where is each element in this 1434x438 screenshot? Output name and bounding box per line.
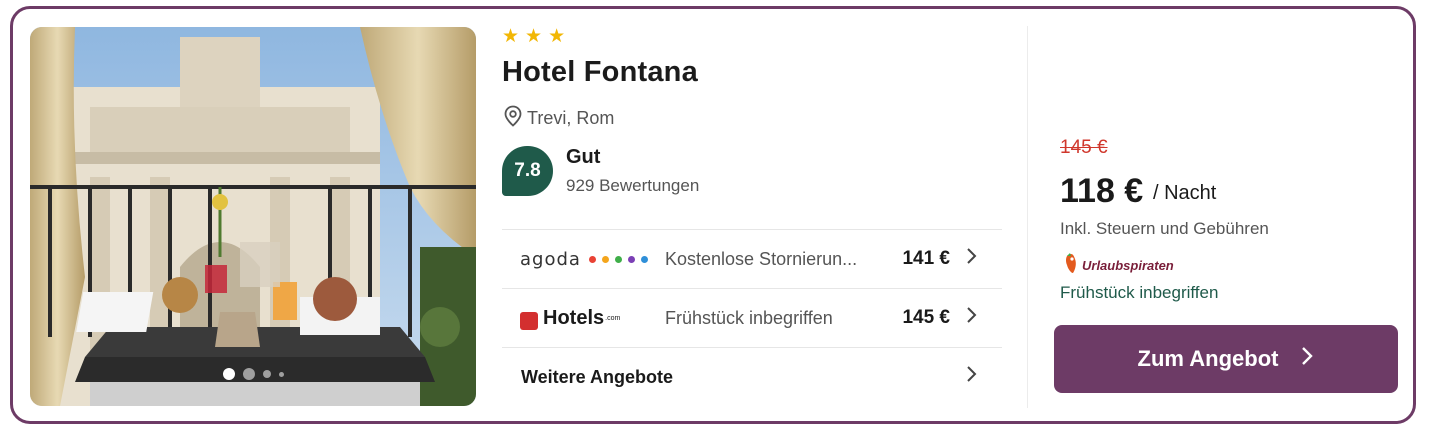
map-pin-icon: [503, 105, 523, 132]
partner-name: Urlaubspiraten: [1082, 258, 1174, 273]
deal-button-label: Zum Angebot: [1137, 346, 1279, 371]
carousel-dot[interactable]: [262, 370, 271, 378]
star-icon: ★: [548, 26, 566, 47]
rating-label: Gut: [566, 146, 601, 168]
breakfast-note: Frühstück inbegriffen: [1060, 283, 1219, 302]
current-price: 118 €: [1060, 172, 1144, 210]
hotels-logo-icon: [520, 312, 538, 330]
chevron-right-icon: [966, 306, 978, 330]
divider: [1027, 26, 1028, 408]
old-price: 145 €: [1060, 137, 1108, 158]
carousel-dot-active[interactable]: [222, 368, 235, 380]
star-icon: ★: [525, 26, 543, 47]
provider-name: Hotels: [543, 306, 605, 329]
tax-note: Inkl. Steuern und Gebühren: [1060, 219, 1269, 238]
review-count: 929 Bewertungen: [566, 176, 700, 195]
more-offers-row[interactable]: Weitere Angebote: [502, 347, 1002, 406]
star-rating: ★ ★ ★: [502, 27, 565, 46]
parrot-icon: [1063, 252, 1079, 279]
offer-price: 141 €: [902, 248, 950, 269]
provider-suffix: .com: [605, 314, 621, 322]
partner-logo: Urlaubspiraten: [1063, 252, 1174, 279]
hotels-com-logo: Hotels .com: [520, 307, 620, 330]
hotel-name[interactable]: Hotel Fontana: [502, 56, 698, 89]
provider-name: agoda: [520, 248, 581, 270]
offer-description: Frühstück inbegriffen: [665, 307, 833, 328]
star-icon: ★: [502, 26, 520, 47]
chevron-right-icon: [966, 247, 978, 271]
deal-button[interactable]: Zum Angebot: [1054, 325, 1398, 393]
offer-price: 145 €: [902, 307, 950, 328]
rating-score-badge: 7.8: [502, 146, 553, 196]
per-night-label: / Nacht: [1153, 182, 1217, 204]
carousel-dots: [30, 368, 476, 380]
carousel-dot[interactable]: [242, 368, 255, 380]
offer-row-agoda[interactable]: agoda Kostenlose Stornierun... 141 €: [502, 229, 1002, 288]
hotel-photo[interactable]: [30, 27, 476, 406]
location: Trevi, Rom: [503, 105, 614, 132]
offers-list: agoda Kostenlose Stornierun... 141 € Hot…: [502, 229, 1002, 406]
agoda-dots-icon: [588, 255, 648, 263]
chevron-right-icon: [966, 365, 978, 389]
more-offers-label: Weitere Angebote: [521, 366, 674, 387]
carousel-dot[interactable]: [278, 371, 284, 377]
offer-row-hotels[interactable]: Hotels .com Frühstück inbegriffen 145 €: [502, 288, 1002, 347]
location-text: Trevi, Rom: [527, 108, 615, 128]
chevron-right-icon: [1300, 345, 1314, 373]
offer-description: Kostenlose Stornierun...: [665, 248, 858, 269]
agoda-logo: agoda: [520, 249, 648, 270]
